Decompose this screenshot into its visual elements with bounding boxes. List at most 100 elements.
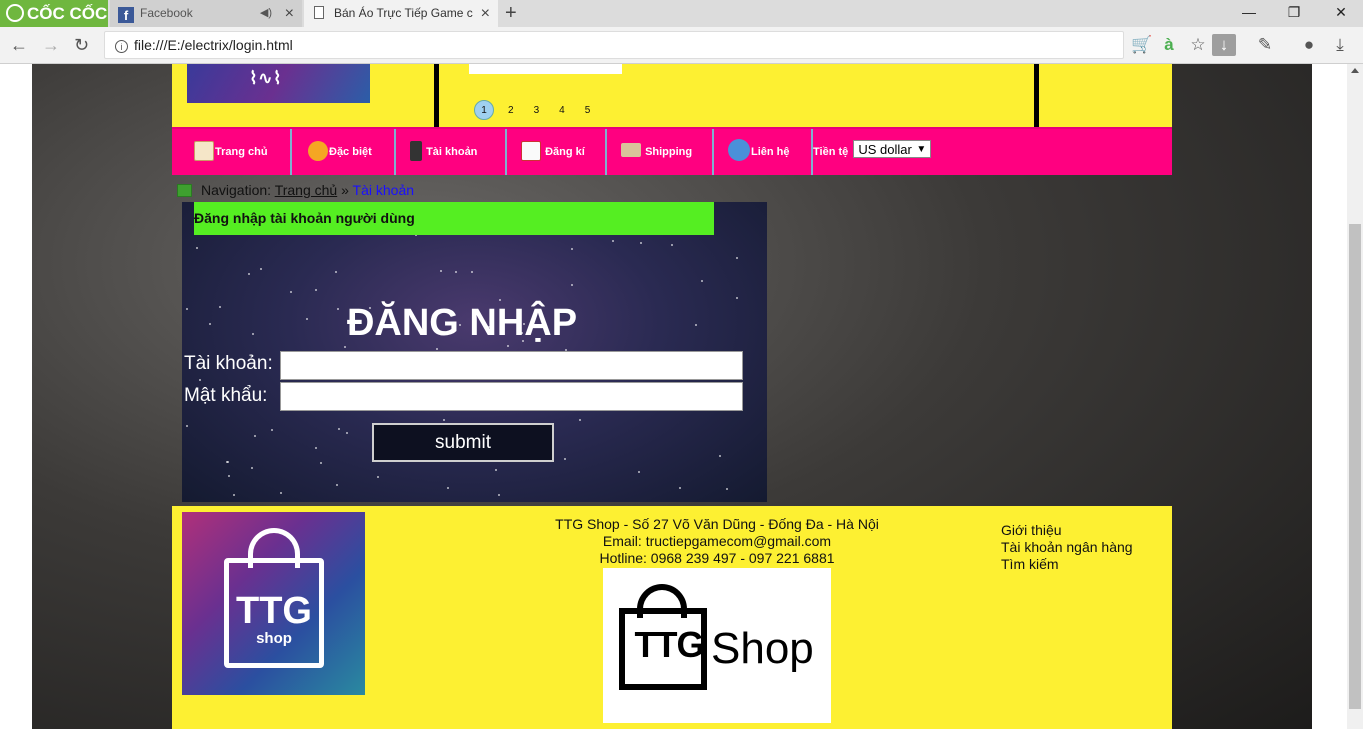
pager-item-2[interactable]: 2 — [508, 105, 514, 116]
menu-item-label: Đặc biệt — [329, 146, 372, 158]
background-star — [671, 244, 673, 246]
pager-item-4[interactable]: 4 — [559, 105, 565, 116]
header-slider: 1 2 3 4 5 — [434, 64, 1039, 127]
background-star — [260, 268, 262, 270]
background-star — [564, 458, 566, 460]
background-star — [736, 297, 738, 299]
background-star — [499, 299, 501, 301]
shipping-icon — [621, 143, 641, 157]
background-star — [280, 492, 282, 494]
extension-icon[interactable]: ✎ — [1253, 33, 1277, 57]
breadcrumb-home-link[interactable]: Trang chủ — [275, 182, 338, 198]
menu-item-account[interactable]: Tài khoản — [396, 129, 507, 175]
background-star — [447, 487, 449, 489]
footer-links: Giới thiệu Tài khoản ngân hàng Tìm kiếm — [1001, 522, 1133, 573]
background-star — [612, 240, 614, 242]
pager-item-1[interactable]: 1 — [474, 100, 494, 120]
background-star — [199, 379, 201, 381]
currency-value: US dollar — [858, 142, 912, 157]
breadcrumb-prefix: Navigation: — [201, 182, 272, 198]
background-star — [495, 469, 497, 471]
menu-item-label: Tài khoản — [426, 146, 478, 158]
currency-label: Tiền tệ — [813, 146, 849, 158]
password-label: Mật khẩu: — [184, 385, 268, 406]
address-bar-row: ← → ↻ i file:///E:/electrix/login.html 🛒 … — [0, 27, 1363, 64]
background-star — [335, 271, 337, 273]
footer-address: TTG Shop - Số 27 Võ Văn Dũng - Đống Đa -… — [555, 516, 879, 532]
background-star — [640, 242, 642, 244]
background-star — [248, 273, 250, 275]
footer-brand-shop: Shop — [711, 624, 814, 673]
restore-button[interactable]: ❐ — [1274, 0, 1314, 27]
background-star — [227, 461, 229, 463]
navigation-icon — [177, 184, 192, 197]
forward-arrow-icon[interactable]: → — [42, 27, 60, 63]
footer-link-about[interactable]: Giới thiệu — [1001, 522, 1133, 539]
background-star — [196, 247, 198, 249]
background-star — [254, 435, 256, 437]
tab-facebook[interactable]: f Facebook ◀) × — [110, 0, 302, 27]
slider-pager: 1 2 3 4 5 — [474, 100, 610, 120]
slide-image — [469, 64, 622, 74]
login-panel: Đăng nhập tài khoản người dùng ĐĂNG NHẬP… — [182, 202, 767, 502]
account-icon[interactable]: ● — [1297, 33, 1321, 57]
footer-contact-info: TTG Shop - Số 27 Võ Văn Dũng - Đống Đa -… — [502, 516, 932, 567]
background-star — [338, 428, 340, 430]
footer-logo: TTG shop — [182, 512, 365, 695]
pager-item-5[interactable]: 5 — [585, 105, 591, 116]
thumbs-up-icon — [308, 141, 328, 161]
background-star — [471, 271, 473, 273]
close-tab-icon[interactable]: × — [481, 0, 490, 27]
footer-link-search[interactable]: Tìm kiếm — [1001, 556, 1133, 573]
minimize-button[interactable]: — — [1229, 0, 1269, 27]
scroll-up-arrow-icon[interactable] — [1351, 68, 1359, 73]
login-panel-title: Đăng nhập tài khoản người dùng — [194, 202, 714, 235]
menu-item-home[interactable]: Trang chủ — [172, 129, 292, 175]
vertical-scrollbar[interactable] — [1347, 64, 1363, 729]
scroll-thumb[interactable] — [1349, 224, 1361, 709]
pager-item-3[interactable]: 3 — [534, 105, 540, 116]
menu-item-special[interactable]: Đặc biệt — [292, 129, 396, 175]
downloads-icon[interactable]: ⤓ — [1328, 33, 1352, 57]
reload-icon[interactable]: ↻ — [74, 27, 89, 63]
url-input[interactable]: i file:///E:/electrix/login.html — [104, 31, 1124, 59]
shopping-cart-icon[interactable]: 🛒 — [1130, 33, 1154, 57]
new-tab-button[interactable]: + — [505, 0, 517, 26]
close-tab-icon[interactable]: × — [285, 0, 294, 27]
footer-link-bank-account[interactable]: Tài khoản ngân hàng — [1001, 539, 1133, 556]
currency-select[interactable]: US dollar ▼ — [853, 140, 932, 158]
header-logo[interactable]: ⌇∿⌇ — [187, 64, 370, 103]
info-icon[interactable]: i — [115, 40, 128, 53]
main-menu: Trang chủ Đặc biệt Tài khoản Đăng kí Shi… — [172, 127, 1172, 175]
background-star — [315, 447, 317, 449]
username-input[interactable] — [280, 351, 743, 380]
browser-tab-bar: CỐC CỐC f Facebook ◀) × Bán Áo Trực Tiếp … — [0, 0, 1363, 27]
close-window-button[interactable]: ✕ — [1321, 0, 1361, 27]
submit-button[interactable]: submit — [372, 423, 554, 462]
star-icon[interactable]: ☆ — [1186, 33, 1210, 57]
background-star — [271, 429, 273, 431]
username-label: Tài khoản: — [184, 353, 273, 374]
dropdown-arrow-icon: ▼ — [916, 144, 927, 155]
background-star — [377, 476, 379, 478]
password-input[interactable] — [280, 382, 743, 411]
dictionary-icon[interactable]: à — [1157, 33, 1181, 57]
background-star — [726, 488, 728, 490]
coccoc-logo[interactable]: CỐC CỐC — [0, 0, 108, 27]
footer-brand-ttg: TTG — [634, 624, 705, 665]
download-icon[interactable]: ↓ — [1212, 34, 1236, 56]
browser-brand: CỐC CỐC — [27, 4, 108, 23]
login-heading: ĐĂNG NHẬP — [346, 302, 578, 344]
background-star — [701, 280, 703, 282]
page-wrapper: ⌇∿⌇ 1 2 3 4 5 Trang chủ Đặc biệt Tài khoản Đ… — [172, 64, 1172, 729]
background-star — [736, 257, 738, 259]
currency-selector: Tiền tệ US dollar ▼ — [813, 129, 932, 175]
back-arrow-icon[interactable]: ← — [10, 27, 28, 63]
menu-item-shipping[interactable]: Shipping — [607, 129, 714, 175]
url-text: file:///E:/electrix/login.html — [134, 37, 293, 53]
speaker-icon[interactable]: ◀) — [260, 0, 272, 27]
menu-item-contact[interactable]: Liên hệ — [714, 129, 813, 175]
tab-active[interactable]: Bán Áo Trực Tiếp Game c × — [304, 0, 498, 27]
footer-logo-shop: shop — [256, 630, 292, 647]
menu-item-register[interactable]: Đăng kí — [507, 129, 607, 175]
